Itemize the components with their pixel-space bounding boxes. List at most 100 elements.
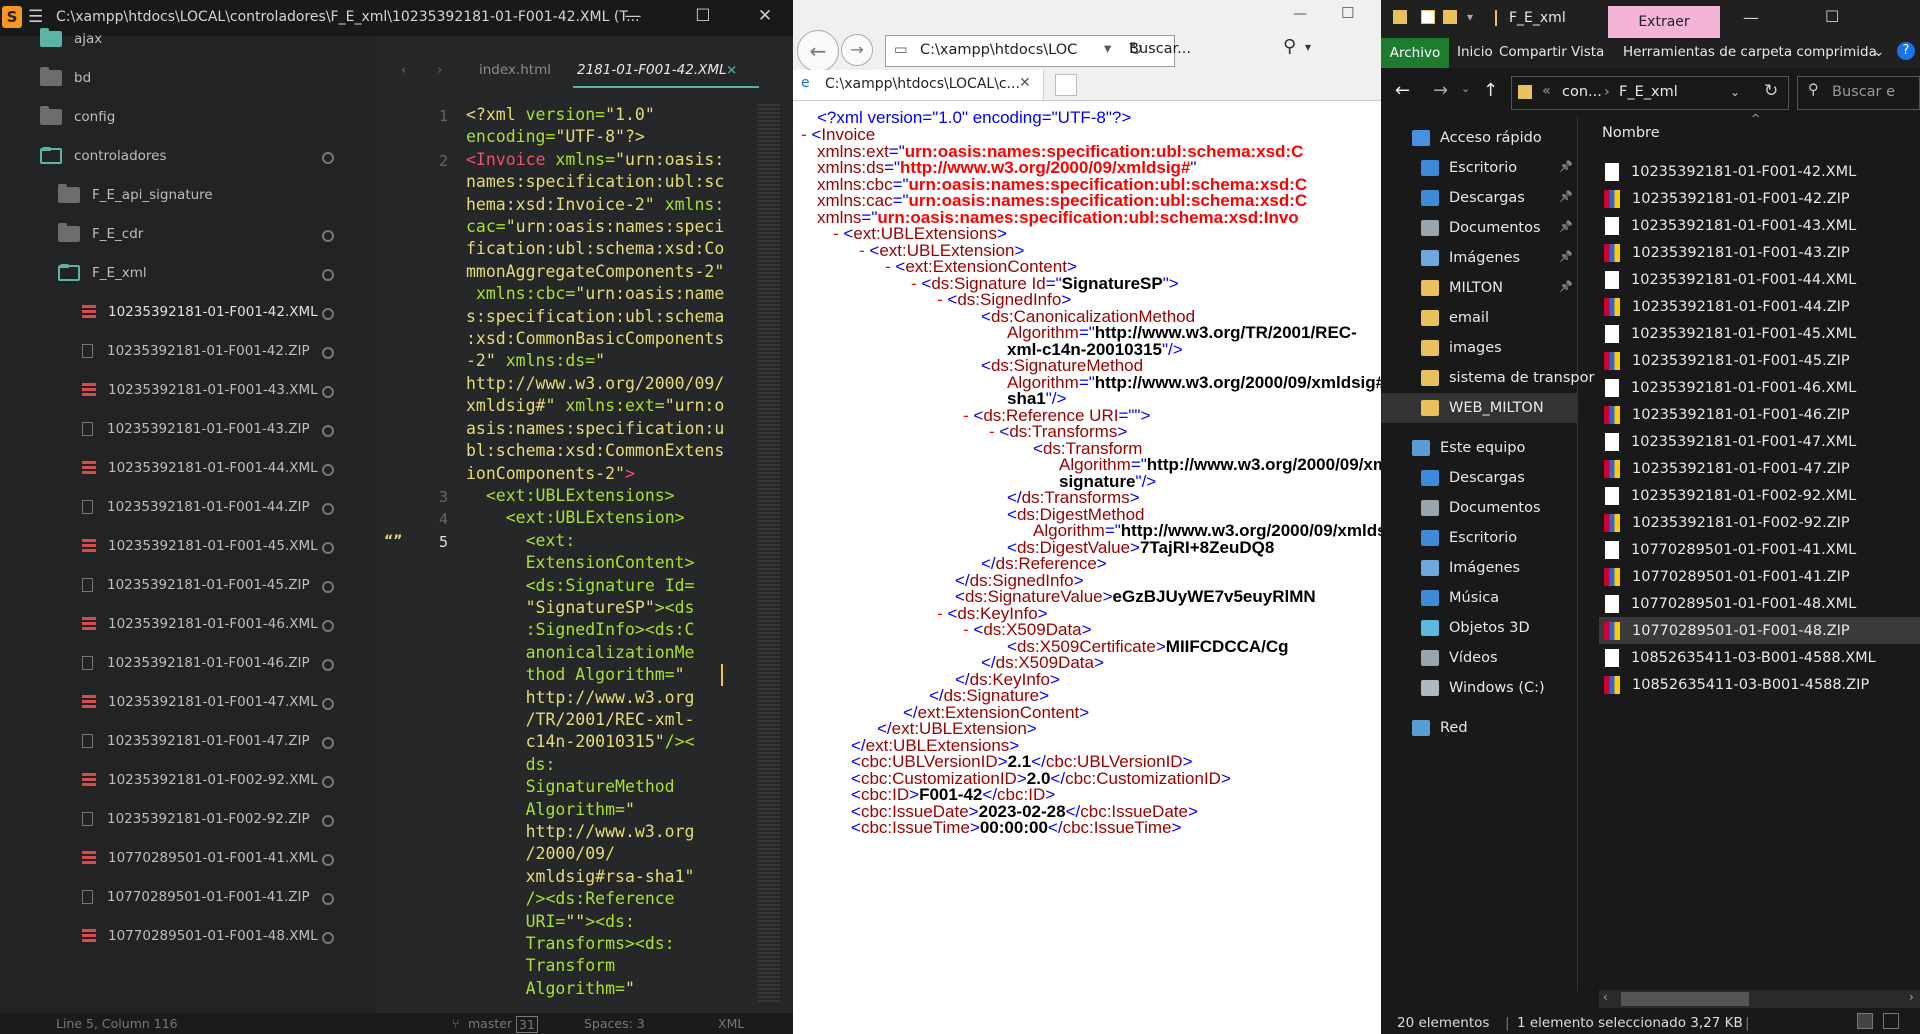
nav-pane-item[interactable]: Imágenes bbox=[1421, 553, 1520, 583]
help-icon[interactable]: ? bbox=[1897, 42, 1915, 60]
large-icons-view-icon[interactable] bbox=[1883, 1013, 1899, 1029]
scroll-right-icon[interactable]: › bbox=[1909, 990, 1914, 1004]
sidebar-item[interactable]: 10235392181-01-F001-43.ZIP bbox=[82, 409, 310, 448]
recent-locations-icon[interactable]: ⌄ bbox=[1461, 82, 1470, 95]
nav-pane-item[interactable]: Este equipo bbox=[1412, 433, 1525, 463]
scroll-left-icon[interactable]: ‹ bbox=[1603, 990, 1608, 1004]
minimize-icon[interactable]: — bbox=[1743, 8, 1759, 27]
collapse-toggle[interactable]: - bbox=[859, 241, 869, 260]
sidebar-item[interactable]: 10235392181-01-F001-43.XML bbox=[82, 370, 318, 409]
tab-scroll-left-icon[interactable]: ‹ bbox=[401, 62, 406, 78]
ribbon-tab-inicio[interactable]: Inicio bbox=[1457, 44, 1493, 60]
ribbon-tab-vista[interactable]: Vista bbox=[1571, 44, 1604, 60]
extract-tab[interactable]: Extraer bbox=[1608, 6, 1720, 38]
pin-icon[interactable]: 📌 bbox=[1559, 190, 1573, 203]
pin-icon[interactable]: 📌 bbox=[1559, 250, 1573, 263]
sidebar-item[interactable]: controladores bbox=[40, 136, 167, 175]
collapse-toggle[interactable]: - bbox=[801, 125, 811, 144]
nav-pane-item[interactable]: images bbox=[1421, 333, 1502, 363]
ribbon-tab-archivo[interactable]: Archivo bbox=[1381, 38, 1449, 68]
file-row[interactable]: 10235392181-01-F001-45.ZIP bbox=[1599, 347, 1920, 374]
sidebar-item[interactable]: 10770289501-01-F001-41.XML bbox=[82, 838, 318, 877]
maximize-icon[interactable]: ☐ bbox=[1825, 7, 1839, 26]
tab-active-xml[interactable]: 2181-01-F001-42.XML bbox=[577, 62, 727, 78]
breadcrumb-overflow-icon[interactable]: « bbox=[1542, 83, 1551, 99]
tab-index-html[interactable]: index.html bbox=[479, 62, 551, 78]
code-area[interactable]: <?xml version="1.0" encoding="UTF-8"?> <In… bbox=[466, 104, 756, 1014]
explorer-search-box[interactable]: ⚲ Buscar e bbox=[1797, 76, 1920, 110]
file-row[interactable]: 10235392181-01-F001-44.ZIP bbox=[1599, 293, 1920, 320]
pin-icon[interactable]: 📌 bbox=[1559, 280, 1573, 293]
sidebar-item[interactable]: F_E_cdr bbox=[58, 214, 143, 253]
nav-pane-item[interactable]: Red bbox=[1412, 713, 1468, 743]
sidebar-item[interactable]: 10235392181-01-F001-47.ZIP bbox=[82, 721, 310, 760]
up-icon[interactable]: ↑ bbox=[1483, 80, 1498, 101]
file-row[interactable]: 10852635411-03-B001-4588.ZIP bbox=[1599, 671, 1920, 698]
nav-pane-item[interactable]: email bbox=[1421, 303, 1489, 333]
collapse-toggle[interactable]: - bbox=[963, 620, 973, 639]
sidebar-item[interactable]: config bbox=[40, 97, 115, 136]
pin-icon[interactable]: 📌 bbox=[1559, 160, 1573, 173]
nav-pane-item[interactable]: Música bbox=[1421, 583, 1499, 613]
file-row[interactable]: 10770289501-01-F001-48.ZIP bbox=[1599, 617, 1920, 644]
sidebar-item[interactable]: 10770289501-01-F001-48.XML bbox=[82, 916, 318, 955]
ribbon-tab-compartir[interactable]: Compartir bbox=[1499, 44, 1567, 60]
git-branch-icon[interactable]: ⑂ bbox=[452, 1016, 460, 1031]
search-input[interactable]: Buscar... bbox=[1129, 41, 1191, 57]
properties-icon[interactable] bbox=[1421, 10, 1435, 24]
collapse-toggle[interactable]: - bbox=[937, 604, 947, 623]
sidebar-item[interactable]: 10235392181-01-F001-42.XML bbox=[82, 292, 318, 331]
maximize-icon[interactable]: ☐ bbox=[688, 6, 718, 26]
sidebar-item[interactable]: 10235392181-01-F002-92.XML bbox=[82, 760, 318, 799]
sidebar-item[interactable]: 10235392181-01-F001-44.ZIP bbox=[82, 487, 310, 526]
git-branch[interactable]: master bbox=[468, 1016, 512, 1031]
file-row[interactable]: 10235392181-01-F001-46.ZIP bbox=[1599, 401, 1920, 428]
file-row[interactable]: 10235392181-01-F001-47.XML bbox=[1599, 428, 1920, 455]
sidebar-item[interactable]: 10235392181-01-F002-92.ZIP bbox=[82, 799, 310, 838]
new-folder-icon[interactable] bbox=[1443, 10, 1457, 24]
file-row[interactable]: 10235392181-01-F002-92.ZIP bbox=[1599, 509, 1920, 536]
path-dropdown-icon[interactable]: ⌄ bbox=[1730, 85, 1740, 99]
column-header-nombre[interactable]: Nombre bbox=[1602, 125, 1660, 141]
file-row[interactable]: 10770289501-01-F001-41.XML bbox=[1599, 536, 1920, 563]
collapse-toggle[interactable]: - bbox=[911, 274, 921, 293]
browser-tab[interactable]: e C:\xampp\htdocs\LOCAL\c... ✕ bbox=[793, 70, 1044, 100]
new-tab-button[interactable] bbox=[1055, 74, 1077, 96]
file-row[interactable]: 10770289501-01-F001-48.XML bbox=[1599, 590, 1920, 617]
file-row[interactable]: 10235392181-01-F001-46.XML bbox=[1599, 374, 1920, 401]
collapse-toggle[interactable]: - bbox=[989, 422, 999, 441]
nav-pane-item[interactable]: Vídeos bbox=[1421, 643, 1498, 673]
nav-pane-item[interactable]: Imágenes bbox=[1421, 243, 1520, 273]
sidebar-item[interactable]: 10235392181-01-F001-44.XML bbox=[82, 448, 318, 487]
syntax-setting[interactable]: XML bbox=[718, 1016, 744, 1031]
sidebar-item[interactable]: 10770289501-01-F001-41.ZIP bbox=[82, 877, 310, 916]
sidebar-item[interactable]: 10235392181-01-F001-47.XML bbox=[82, 682, 318, 721]
search-input[interactable]: Buscar e bbox=[1832, 84, 1895, 100]
file-row[interactable]: 10770289501-01-F001-41.ZIP bbox=[1599, 563, 1920, 590]
nav-pane-item[interactable]: Descargas bbox=[1421, 463, 1525, 493]
tab-close-icon[interactable]: × bbox=[726, 62, 737, 78]
nav-pane-item[interactable]: sistema de transpor bbox=[1421, 363, 1594, 393]
nav-pane-item[interactable]: Escritorio bbox=[1421, 153, 1517, 183]
pin-icon[interactable]: 📌 bbox=[1559, 220, 1573, 233]
file-row[interactable]: 10235392181-01-F001-44.XML bbox=[1599, 266, 1920, 293]
collapse-toggle[interactable]: - bbox=[937, 290, 947, 309]
minimize-icon[interactable]: — bbox=[1293, 6, 1307, 22]
collapse-toggle[interactable]: - bbox=[963, 406, 973, 425]
file-row[interactable]: 10235392181-01-F001-42.XML bbox=[1599, 158, 1920, 185]
scrollbar-thumb[interactable] bbox=[1621, 992, 1749, 1006]
minimap[interactable] bbox=[758, 104, 780, 1004]
indentation-setting[interactable]: Spaces: 3 bbox=[584, 1016, 645, 1031]
breadcrumb-current[interactable]: F_E_xml bbox=[1619, 84, 1678, 100]
tab-close-icon[interactable]: ✕ bbox=[1019, 75, 1031, 91]
sidebar-item[interactable]: 10235392181-01-F001-45.XML bbox=[82, 526, 318, 565]
nav-pane-item[interactable]: MILTON bbox=[1421, 273, 1503, 303]
nav-pane-item[interactable]: Documentos bbox=[1421, 213, 1541, 243]
file-row[interactable]: 10235392181-01-F001-43.XML bbox=[1599, 212, 1920, 239]
file-row[interactable]: 10235392181-01-F001-43.ZIP bbox=[1599, 239, 1920, 266]
file-row[interactable]: 10235392181-01-F001-47.ZIP bbox=[1599, 455, 1920, 482]
file-row[interactable]: 10235392181-01-F001-45.XML bbox=[1599, 320, 1920, 347]
sidebar-item[interactable]: ajax bbox=[40, 19, 102, 58]
collapse-toggle[interactable]: - bbox=[833, 224, 843, 243]
sidebar-item[interactable]: 10235392181-01-F001-46.XML bbox=[82, 604, 318, 643]
